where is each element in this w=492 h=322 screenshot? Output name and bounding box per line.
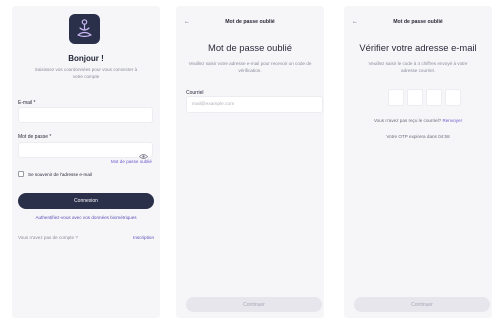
otp-input-group — [388, 89, 461, 106]
login-subtitle: Saisissez vos coordonnées pour vous conn… — [34, 67, 138, 79]
resend-link[interactable]: Renvoyer — [442, 118, 462, 123]
biometric-auth-link[interactable]: Authentifiez-vous avec vos données biomé… — [12, 215, 160, 220]
password-field[interactable] — [18, 142, 153, 159]
verify-email-screen: ← Mot de passe oublié Vérifier votre adr… — [344, 6, 492, 318]
signup-row: Vous n'avez pas de compte ? Inscription — [18, 235, 154, 240]
login-screen: Bonjour ! Saisissez vos coordonnées pour… — [12, 6, 160, 318]
header-title: Mot de passe oublié — [393, 19, 443, 25]
login-title: Bonjour ! — [68, 54, 104, 63]
remember-label: Se souvenir de l'adresse e-mail — [28, 171, 92, 177]
email-field[interactable] — [18, 107, 153, 123]
page-description: Veuillez saisir le code à 4 chiffres env… — [368, 61, 468, 73]
otp-digit-input[interactable] — [407, 89, 423, 106]
header-bar: ← Mot de passe oublié — [344, 18, 492, 28]
app-logo-icon — [69, 14, 100, 44]
forgot-password-link[interactable]: Mot de passe oublié — [111, 159, 152, 164]
remember-email-row[interactable]: Se souvenir de l'adresse e-mail — [18, 171, 92, 177]
otp-expiry-text: Votre OTP expirera dans 04:58 — [386, 134, 450, 139]
page-title: Mot de passe oublié — [208, 42, 292, 53]
continue-button[interactable]: Continuer — [354, 297, 490, 312]
header-bar: ← Mot de passe oublié — [176, 18, 324, 28]
no-account-text: Vous n'avez pas de compte ? — [18, 235, 78, 240]
otp-digit-input[interactable] — [426, 89, 442, 106]
password-label: Mot de passe * — [18, 134, 52, 140]
remember-checkbox[interactable] — [18, 171, 24, 177]
resend-row: Vous n'avez pas reçu le courriel? Renvoy… — [344, 118, 492, 123]
email-label: E-mail * — [18, 100, 36, 106]
resend-question: Vous n'avez pas reçu le courriel? — [373, 118, 442, 123]
otp-digit-input[interactable] — [445, 89, 461, 106]
continue-button[interactable]: Continuer — [186, 297, 322, 312]
forgot-password-screen: ← Mot de passe oublié Mot de passe oubli… — [176, 6, 324, 318]
login-button[interactable]: Connexion — [18, 193, 154, 209]
header-title: Mot de passe oublié — [225, 19, 275, 25]
page-title: Vérifier votre adresse e-mail — [359, 42, 477, 53]
email-input[interactable]: mail@example.com — [186, 96, 323, 113]
signup-link[interactable]: Inscription — [133, 235, 154, 240]
otp-digit-input[interactable] — [388, 89, 404, 106]
page-description: Veuillez saisir votre adresse e-mail pou… — [188, 61, 312, 73]
